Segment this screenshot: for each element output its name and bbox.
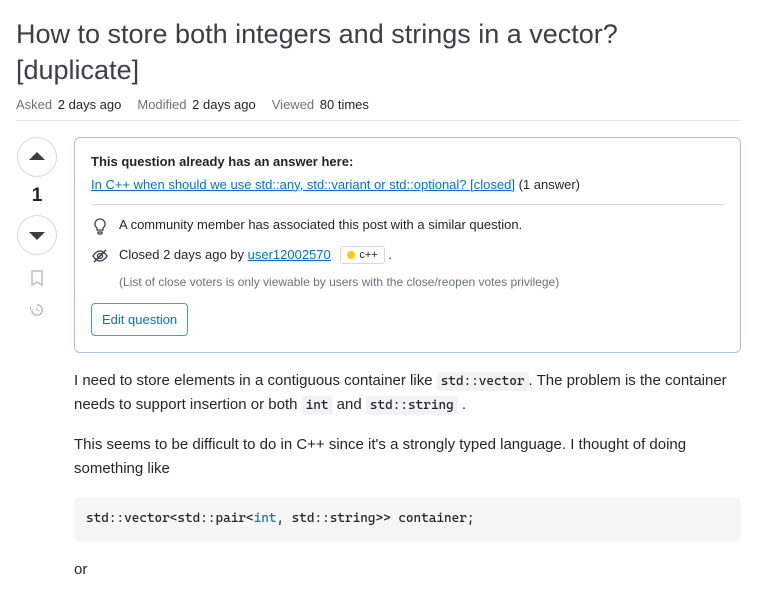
notice-heading: This question already has an answer here…: [91, 154, 724, 169]
gold-dot-icon: [347, 251, 355, 259]
duplicate-link[interactable]: In C++ when should we use std::any, std:…: [91, 177, 515, 192]
edit-question-button[interactable]: Edit question: [91, 303, 188, 336]
viewed-meta: Viewed 80 times: [272, 97, 369, 112]
privilege-note: (List of close voters is only viewable b…: [119, 275, 724, 289]
inline-code: std::vector: [437, 372, 529, 391]
associated-row: A community member has associated this p…: [91, 217, 724, 236]
question-title: How to store both integers and strings i…: [16, 16, 741, 89]
chevron-down-icon: [28, 226, 46, 244]
question-meta: Asked 2 days ago Modified 2 days ago Vie…: [16, 97, 741, 121]
post-body: This question already has an answer here…: [74, 137, 741, 598]
eye-slash-icon: [91, 247, 109, 265]
modified-meta: Modified 2 days ago: [137, 97, 255, 112]
downvote-button[interactable]: [17, 215, 57, 255]
divider: [91, 204, 724, 205]
bookmark-icon[interactable]: [28, 269, 46, 287]
closed-row: Closed 2 days ago by user12002570 c++ .: [91, 246, 724, 265]
inline-code: std::string: [366, 396, 458, 415]
inline-code: int: [302, 396, 333, 415]
code-block: std::vector<std::pair<int, std::string>>…: [74, 497, 741, 542]
gold-badge: c++: [340, 246, 384, 264]
history-icon[interactable]: [28, 301, 46, 319]
question-body: I need to store elements in a contiguous…: [74, 369, 741, 582]
upvote-button[interactable]: [17, 137, 57, 177]
asked-meta: Asked 2 days ago: [16, 97, 121, 112]
duplicate-notice: This question already has an answer here…: [74, 137, 741, 353]
vote-column: 1: [16, 137, 58, 598]
duplicate-target: In C++ when should we use std::any, std:…: [91, 177, 724, 192]
closer-user-link[interactable]: user12002570: [248, 247, 331, 262]
lightbulb-icon: [91, 218, 109, 236]
chevron-up-icon: [28, 148, 46, 166]
vote-count: 1: [32, 185, 43, 207]
